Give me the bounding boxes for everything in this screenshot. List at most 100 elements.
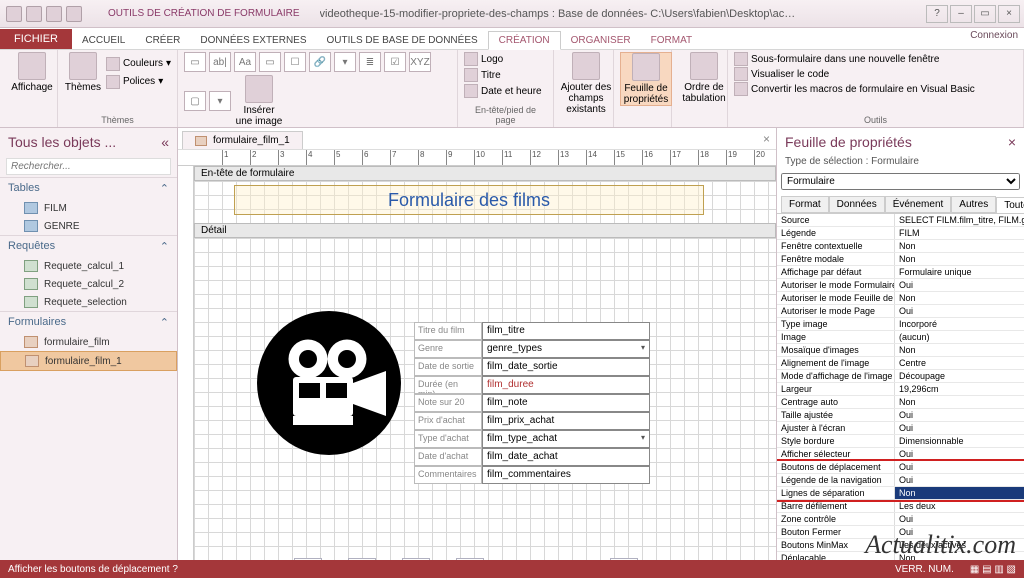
property-row[interactable]: Taille ajustéeOui bbox=[777, 409, 1024, 422]
minimize-icon[interactable]: – bbox=[950, 5, 972, 23]
tab-organiser[interactable]: ORGANISER bbox=[561, 32, 641, 49]
nav-header[interactable]: Tous les objets ...« bbox=[0, 128, 177, 156]
field-row[interactable]: Date de sortiefilm_date_sortie bbox=[414, 358, 650, 376]
nav-cat-formulaires[interactable]: Formulaires⌃ bbox=[0, 311, 177, 333]
property-row[interactable]: Lignes de séparationNon bbox=[777, 487, 1024, 500]
ordre-tabulation-button[interactable]: Ordre de tabulation bbox=[678, 52, 730, 104]
nav-item[interactable]: Requete_calcul_2 bbox=[0, 275, 177, 293]
field-row[interactable]: Durée (en min)film_duree bbox=[414, 376, 650, 394]
nav-item[interactable]: formulaire_film bbox=[0, 333, 177, 351]
control-option[interactable]: XYZ bbox=[409, 52, 431, 72]
control-textbox[interactable]: ab| bbox=[209, 52, 231, 72]
tab-outils-bdd[interactable]: OUTILS DE BASE DE DONNÉES bbox=[317, 32, 488, 49]
nav-last-button[interactable]: ⏭ bbox=[456, 558, 484, 560]
redo-icon[interactable] bbox=[66, 6, 82, 22]
property-row[interactable]: Largeur19,296cm bbox=[777, 383, 1024, 396]
prop-tab[interactable]: Données bbox=[829, 196, 885, 212]
couleurs-button[interactable]: Couleurs ▾ bbox=[106, 57, 171, 71]
property-row[interactable]: Mosaïque d'imagesNon bbox=[777, 344, 1024, 357]
property-row[interactable]: Type imageIncorporé bbox=[777, 318, 1024, 331]
affichage-button[interactable]: Affichage bbox=[6, 52, 58, 93]
property-row[interactable]: Centrage autoNon bbox=[777, 396, 1024, 409]
property-row[interactable]: Fenêtre contextuelleNon bbox=[777, 240, 1024, 253]
save-icon[interactable] bbox=[26, 6, 42, 22]
nav-cat-tables[interactable]: Tables⌃ bbox=[0, 177, 177, 199]
titre-button[interactable]: Titre bbox=[464, 68, 547, 82]
control-list[interactable]: ≣ bbox=[359, 52, 381, 72]
field-control[interactable]: film_prix_achat bbox=[482, 412, 650, 430]
section-header-bar[interactable]: En-tête de formulaire bbox=[194, 166, 776, 181]
control-checkbox[interactable]: ☑ bbox=[384, 52, 406, 72]
convertir-macros-button[interactable]: Convertir les macros de formulaire en Vi… bbox=[734, 82, 1017, 96]
date-heure-button[interactable]: Date et heure bbox=[464, 84, 547, 98]
field-row[interactable]: Prix d'achatfilm_prix_achat bbox=[414, 412, 650, 430]
field-row[interactable]: Titre du filmfilm_titre bbox=[414, 322, 650, 340]
themes-button[interactable]: Thèmes bbox=[64, 52, 102, 93]
nav-search-input[interactable] bbox=[6, 158, 171, 175]
prop-tab[interactable]: Événement bbox=[885, 196, 952, 212]
connexion-link[interactable]: Connexion bbox=[970, 30, 1018, 41]
property-row[interactable]: Zone contrôleOui bbox=[777, 513, 1024, 526]
control-link[interactable]: 🔗 bbox=[309, 52, 331, 72]
field-label[interactable]: Titre du film bbox=[414, 322, 482, 340]
field-row[interactable]: Note sur 20film_note bbox=[414, 394, 650, 412]
property-row[interactable]: Style bordureDimensionnable bbox=[777, 435, 1024, 448]
ajouter-champs-button[interactable]: Ajouter des champs existants bbox=[560, 52, 612, 115]
tab-creer[interactable]: CRÉER bbox=[135, 32, 190, 49]
property-row[interactable]: Affichage par défautFormulaire unique bbox=[777, 266, 1024, 279]
chevron-left-icon[interactable]: « bbox=[161, 134, 169, 150]
film-camera-icon[interactable] bbox=[254, 308, 404, 458]
property-row[interactable]: Image(aucun) bbox=[777, 331, 1024, 344]
control-button[interactable]: ▭ bbox=[259, 52, 281, 72]
nav-item[interactable]: Requete_calcul_1 bbox=[0, 257, 177, 275]
property-row[interactable]: Boutons de déplacementOui bbox=[777, 461, 1024, 474]
property-row[interactable]: Afficher sélecteurOui bbox=[777, 448, 1024, 461]
field-row[interactable]: Commentairesfilm_commentaires bbox=[414, 466, 650, 484]
control-label[interactable]: Aa bbox=[234, 52, 256, 72]
field-label[interactable]: Durée (en min) bbox=[414, 376, 482, 394]
tab-creation[interactable]: CRÉATION bbox=[488, 31, 561, 50]
section-detail-bar[interactable]: Détail bbox=[194, 223, 776, 238]
field-control[interactable]: film_note bbox=[482, 394, 650, 412]
nav-prev-button[interactable]: ◀ bbox=[348, 558, 376, 560]
property-row[interactable]: Autoriser le mode Feuille de dNon bbox=[777, 292, 1024, 305]
property-row[interactable]: Autoriser le mode PageOui bbox=[777, 305, 1024, 318]
field-label[interactable]: Genre bbox=[414, 340, 482, 358]
property-row[interactable]: Bouton FermerOui bbox=[777, 526, 1024, 539]
nav-item[interactable]: FILM bbox=[0, 199, 177, 217]
nav-first-button[interactable]: ⏮ bbox=[294, 558, 322, 560]
field-label[interactable]: Date de sortie bbox=[414, 358, 482, 376]
prop-tab[interactable]: Toutes bbox=[996, 197, 1024, 213]
feuille-proprietes-button[interactable]: Feuille de propriétés bbox=[620, 52, 672, 106]
field-control[interactable]: film_titre bbox=[482, 322, 650, 340]
tab-donnees-externes[interactable]: DONNÉES EXTERNES bbox=[190, 32, 316, 49]
prop-tab[interactable]: Format bbox=[781, 196, 829, 212]
qa-icon[interactable] bbox=[6, 6, 22, 22]
field-label[interactable]: Date d'achat bbox=[414, 448, 482, 466]
field-label[interactable]: Commentaires bbox=[414, 466, 482, 484]
property-row[interactable]: DéplaçableNon bbox=[777, 552, 1024, 560]
nav-new-button[interactable]: ✳ bbox=[610, 558, 638, 560]
tab-format[interactable]: FORMAT bbox=[641, 32, 702, 49]
close-property-icon[interactable]: × bbox=[1008, 134, 1016, 150]
control-pointer[interactable]: ▭ bbox=[184, 52, 206, 72]
document-tab[interactable]: formulaire_film_1 bbox=[182, 131, 303, 149]
property-object-selector[interactable]: Formulaire bbox=[781, 173, 1020, 190]
tab-accueil[interactable]: ACCUEIL bbox=[72, 32, 135, 49]
close-doc-icon[interactable]: × bbox=[763, 132, 770, 146]
control-combo[interactable]: ▾ bbox=[334, 52, 356, 72]
form-title-label[interactable]: Formulaire des films bbox=[234, 185, 704, 215]
control-tab[interactable]: ☐ bbox=[284, 52, 306, 72]
property-row[interactable]: Ajuster à l'écranOui bbox=[777, 422, 1024, 435]
field-label[interactable]: Note sur 20 bbox=[414, 394, 482, 412]
field-label[interactable]: Prix d'achat bbox=[414, 412, 482, 430]
property-row[interactable]: Barre défilementLes deux bbox=[777, 500, 1024, 513]
property-row[interactable]: Fenêtre modaleNon bbox=[777, 253, 1024, 266]
control-frame[interactable]: ▢ bbox=[184, 91, 206, 111]
field-row[interactable]: Genregenre_types bbox=[414, 340, 650, 358]
restore-icon[interactable]: ▭ bbox=[974, 5, 996, 23]
property-row[interactable]: Alignement de l'imageCentre bbox=[777, 357, 1024, 370]
field-label[interactable]: Type d'achat bbox=[414, 430, 482, 448]
logo-button[interactable]: Logo bbox=[464, 52, 547, 66]
tab-file[interactable]: FICHIER bbox=[0, 29, 72, 49]
